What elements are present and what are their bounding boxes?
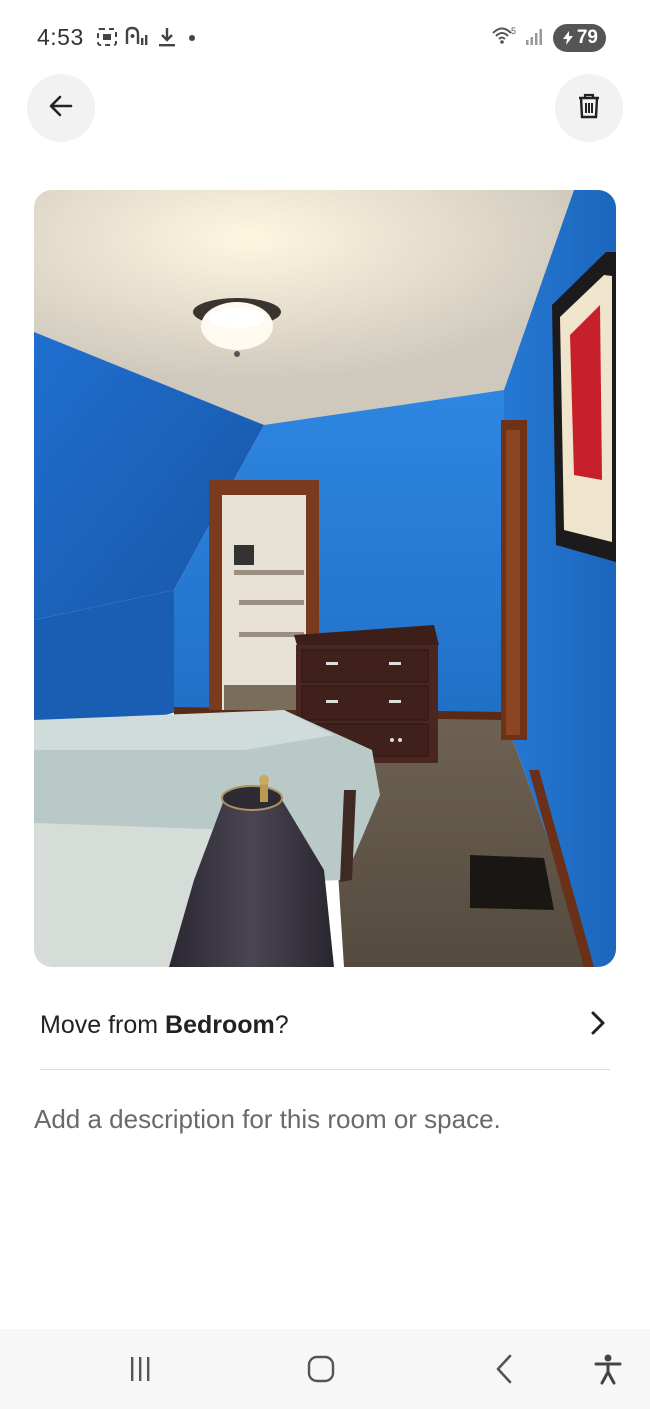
move-room-row[interactable]: Move from Bedroom?	[40, 1000, 610, 1070]
delete-button[interactable]	[555, 74, 623, 142]
status-right: 5 79	[491, 24, 606, 52]
home-icon[interactable]	[301, 1349, 341, 1389]
wifi-icon: 5	[491, 25, 517, 52]
status-bar: 4:53 5 79	[0, 0, 650, 76]
battery-level: 79	[576, 27, 598, 48]
svg-text:5: 5	[511, 26, 516, 36]
move-prefix: Move from	[40, 1011, 166, 1039]
recents-icon[interactable]	[120, 1349, 160, 1389]
system-nav-bar	[0, 1329, 650, 1409]
screenshot-icon	[96, 26, 118, 53]
chevron-right-icon	[588, 1010, 608, 1041]
signal-icon	[525, 26, 545, 51]
arrow-left-icon	[47, 92, 75, 125]
description-input[interactable]: Add a description for this room or space…	[34, 1104, 501, 1135]
battery-icon: 79	[552, 24, 606, 52]
download-icon	[156, 26, 178, 53]
dot-icon	[184, 26, 200, 53]
nfc-icon	[124, 26, 150, 53]
trash-icon	[576, 92, 602, 125]
status-left-icons	[96, 26, 200, 53]
room-name: Bedroom	[165, 1011, 275, 1039]
move-room-label: Move from Bedroom?	[40, 1000, 289, 1050]
status-time: 4:53	[37, 24, 84, 50]
back-icon[interactable]	[484, 1349, 524, 1389]
move-suffix: ?	[274, 1011, 289, 1039]
bedroom-photo[interactable]	[34, 190, 616, 967]
accessibility-icon[interactable]	[588, 1349, 628, 1389]
back-button[interactable]	[27, 74, 95, 142]
